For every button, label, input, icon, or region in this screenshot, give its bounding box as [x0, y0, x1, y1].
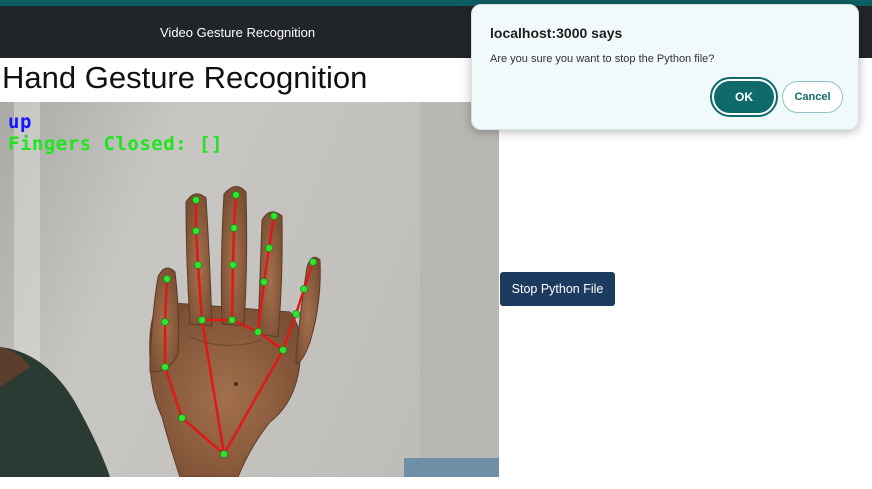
- dialog-title: localhost:3000 says: [490, 25, 623, 41]
- dialog-ok-button[interactable]: OK: [710, 77, 778, 117]
- dialog-cancel-button[interactable]: Cancel: [782, 81, 843, 113]
- fingers-closed-label: Fingers Closed: []: [8, 133, 223, 155]
- video-feed: up Fingers Closed: []: [0, 102, 499, 477]
- dialog-message: Are you sure you want to stop the Python…: [490, 53, 715, 65]
- nav-link-video-gesture-recognition[interactable]: Video Gesture Recognition: [160, 25, 315, 40]
- camera-frame-image: [0, 102, 499, 477]
- stop-python-file-button[interactable]: Stop Python File: [500, 272, 615, 306]
- confirm-dialog: localhost:3000 says Are you sure you wan…: [471, 4, 859, 130]
- page-title: Hand Gesture Recognition: [2, 60, 368, 95]
- gesture-direction-label: up: [8, 111, 32, 133]
